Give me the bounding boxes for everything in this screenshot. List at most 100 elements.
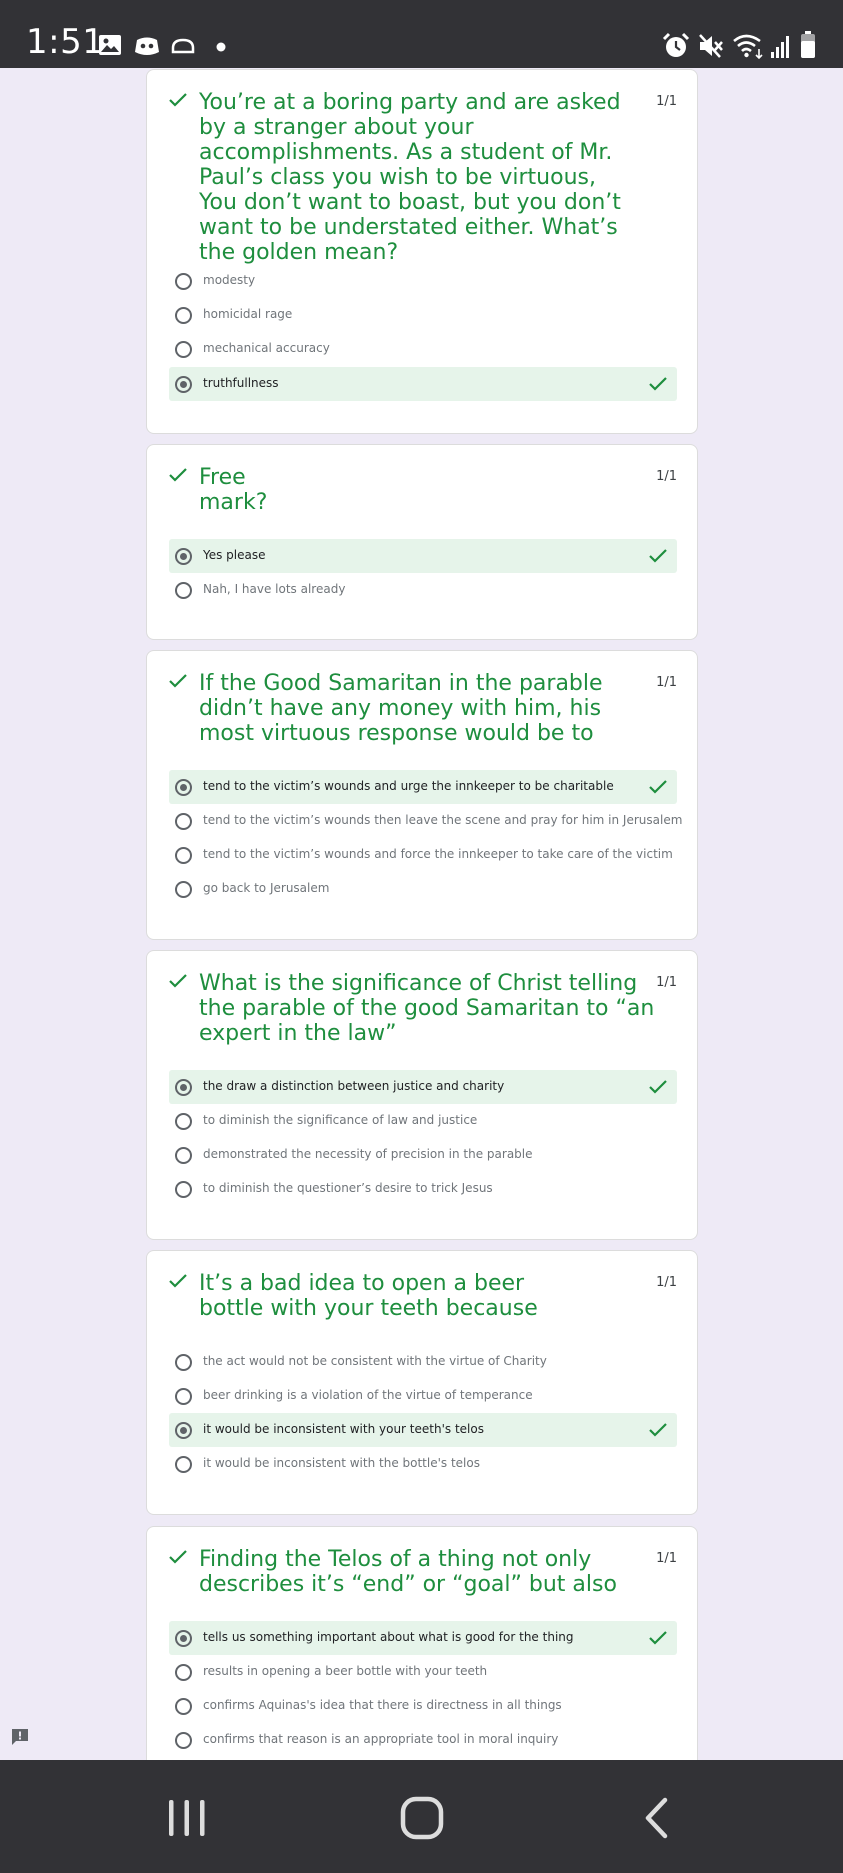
answer-option[interactable]: modesty (169, 264, 677, 298)
option-label: tend to the victim’s wounds and force th… (203, 847, 673, 861)
option-label: beer drinking is a violation of the virt… (203, 1388, 533, 1402)
question-title: You’re at a boring party and are asked b… (199, 90, 621, 265)
answer-option[interactable]: tend to the victim’s wounds then leave t… (169, 804, 682, 838)
option-label: homicidal rage (203, 307, 293, 321)
radio-button-selected[interactable] (175, 376, 192, 393)
check-icon (169, 674, 187, 688)
cloud-icon (171, 38, 195, 54)
answer-option-correct[interactable]: the draw a distinction between justice a… (169, 1070, 677, 1104)
check-icon (169, 468, 187, 482)
option-label: it would be inconsistent with the bottle… (203, 1456, 480, 1470)
question-card: Finding the Telos of a thing not only de… (146, 1526, 698, 1760)
check-icon (169, 974, 187, 988)
radio-button-selected[interactable] (175, 1630, 192, 1647)
answer-option[interactable]: to diminish the questioner’s desire to t… (169, 1172, 677, 1206)
recents-icon[interactable] (167, 1798, 207, 1838)
option-label: tend to the victim’s wounds and urge the… (203, 779, 614, 793)
navigation-bar (0, 1760, 843, 1873)
option-label: demonstrated the necessity of precision … (203, 1147, 533, 1161)
question-card: What is the significance of Christ telli… (146, 950, 698, 1240)
signal-icon (771, 36, 789, 58)
wifi-icon (733, 34, 763, 59)
question-card: Free mark? 1/1 Yes please Nah, I have lo… (146, 444, 698, 640)
radio-button[interactable] (175, 273, 192, 290)
answer-option[interactable]: demonstrated the necessity of precision … (169, 1138, 677, 1172)
option-label: the draw a distinction between justice a… (203, 1079, 505, 1093)
home-icon[interactable] (400, 1796, 444, 1840)
question-title: Free mark? (199, 465, 268, 515)
option-label: tend to the victim’s wounds then leave t… (203, 813, 683, 827)
question-card: You’re at a boring party and are asked b… (146, 69, 698, 434)
radio-button[interactable] (175, 1456, 192, 1473)
answer-option[interactable]: it would be inconsistent with the bottle… (169, 1447, 677, 1481)
answer-option-correct[interactable]: Yes please (169, 539, 677, 573)
notification-dot-icon (216, 42, 226, 52)
answer-option-correct[interactable]: truthfullness (169, 367, 677, 401)
question-title: It’s a bad idea to open a beer bottle wi… (199, 1271, 538, 1321)
check-icon (649, 1080, 667, 1094)
radio-button-selected[interactable] (175, 1079, 192, 1096)
question-score: 1/1 (656, 469, 677, 484)
check-icon (649, 1631, 667, 1645)
option-label: the act would not be consistent with the… (203, 1354, 547, 1368)
radio-button-selected[interactable] (175, 548, 192, 565)
back-icon[interactable] (643, 1797, 669, 1839)
radio-button[interactable] (175, 341, 192, 358)
radio-button-selected[interactable] (175, 779, 192, 796)
check-icon (649, 377, 667, 391)
radio-button[interactable] (175, 813, 192, 830)
option-label: mechanical accuracy (203, 341, 330, 355)
radio-button[interactable] (175, 1388, 192, 1405)
answer-option[interactable]: beer drinking is a violation of the virt… (169, 1379, 677, 1413)
radio-button[interactable] (175, 847, 192, 864)
check-icon (649, 1423, 667, 1437)
question-score: 1/1 (656, 975, 677, 990)
answer-option-correct[interactable]: tells us something important about what … (169, 1621, 677, 1655)
radio-button-selected[interactable] (175, 1422, 192, 1439)
radio-button[interactable] (175, 1354, 192, 1371)
answer-option-correct[interactable]: it would be inconsistent with your teeth… (169, 1413, 677, 1447)
answer-option[interactable]: confirms that reason is an appropriate t… (169, 1723, 677, 1757)
mute-icon (699, 34, 723, 58)
answer-option[interactable]: confirms Aquinas's idea that there is di… (169, 1689, 677, 1723)
answer-option[interactable]: results in opening a beer bottle with yo… (169, 1655, 677, 1689)
check-icon (169, 93, 187, 107)
radio-button[interactable] (175, 881, 192, 898)
battery-icon (801, 31, 815, 58)
check-icon (649, 549, 667, 563)
answer-option-correct[interactable]: tend to the victim’s wounds and urge the… (169, 770, 677, 804)
status-bar: 1:51 (0, 0, 843, 68)
option-label: confirms Aquinas's idea that there is di… (203, 1698, 562, 1712)
answer-option[interactable]: tend to the victim’s wounds and force th… (169, 838, 677, 872)
option-label: truthfullness (203, 376, 279, 390)
option-label: to diminish the significance of law and … (203, 1113, 478, 1127)
answer-option[interactable]: homicidal rage (169, 298, 677, 332)
option-label: Yes please (203, 548, 266, 562)
question-title: If the Good Samaritan in the parable did… (199, 671, 603, 746)
question-score: 1/1 (656, 675, 677, 690)
radio-button[interactable] (175, 1698, 192, 1715)
check-icon (169, 1274, 187, 1288)
question-title: What is the significance of Christ telli… (199, 971, 655, 1046)
option-label: Nah, I have lots already (203, 582, 346, 596)
answer-option[interactable]: mechanical accuracy (169, 332, 677, 366)
radio-button[interactable] (175, 1732, 192, 1749)
answer-option[interactable]: the act would not be consistent with the… (169, 1345, 677, 1379)
question-title: Finding the Telos of a thing not only de… (199, 1547, 617, 1597)
question-score: 1/1 (656, 1275, 677, 1290)
radio-button[interactable] (175, 1147, 192, 1164)
answer-option[interactable]: Nah, I have lots already (169, 573, 677, 607)
feedback-icon[interactable] (10, 1727, 30, 1747)
option-label: tells us something important about what … (203, 1630, 574, 1644)
check-icon (169, 1550, 187, 1564)
question-card: It’s a bad idea to open a beer bottle wi… (146, 1250, 698, 1515)
radio-button[interactable] (175, 1181, 192, 1198)
quiz-results-scroll[interactable]: You’re at a boring party and are asked b… (0, 68, 843, 1760)
radio-button[interactable] (175, 1664, 192, 1681)
radio-button[interactable] (175, 307, 192, 324)
gallery-icon (99, 35, 121, 55)
answer-option[interactable]: go back to Jerusalem (169, 872, 677, 906)
radio-button[interactable] (175, 582, 192, 599)
radio-button[interactable] (175, 1113, 192, 1130)
answer-option[interactable]: to diminish the significance of law and … (169, 1104, 677, 1138)
